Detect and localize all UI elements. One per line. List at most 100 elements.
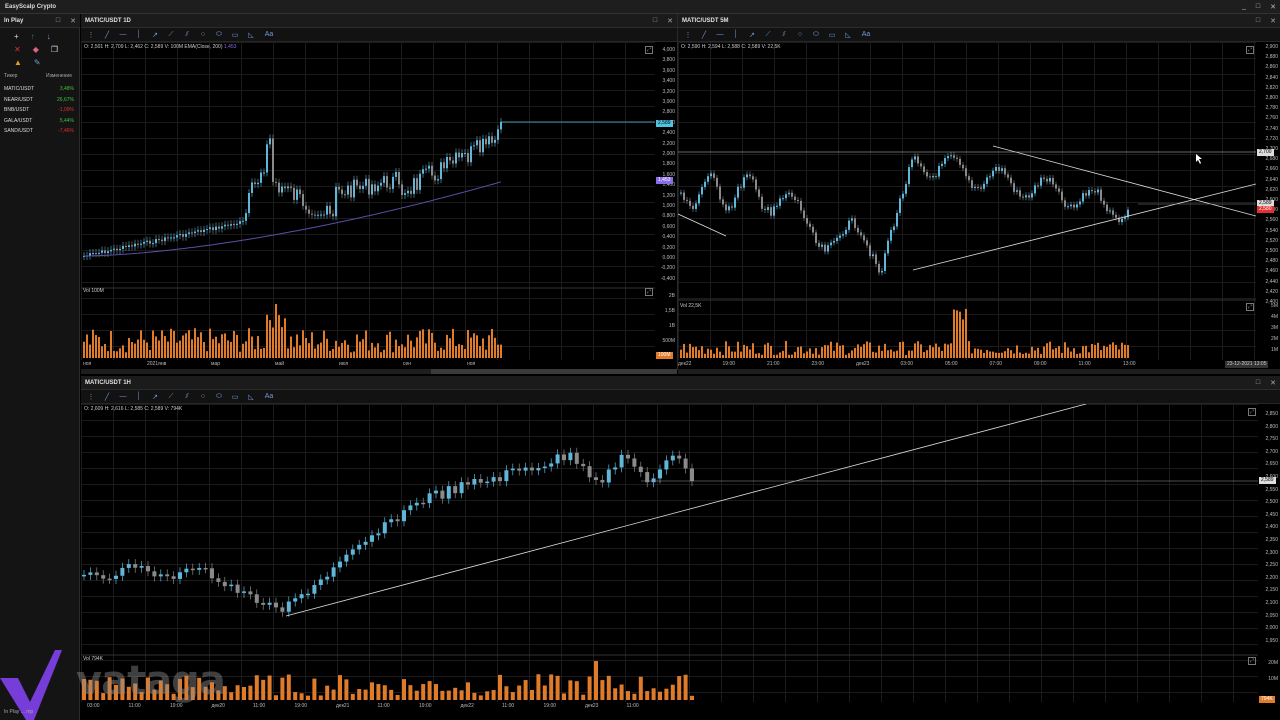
volume-bar bbox=[107, 351, 109, 358]
close-icon[interactable]: ✕ bbox=[1270, 3, 1276, 11]
candle-body bbox=[302, 194, 304, 206]
volume-bar bbox=[407, 334, 409, 358]
ellipse-icon[interactable]: ⬭ bbox=[812, 31, 820, 39]
chart1-volume-collapse-icon[interactable]: ⤢ bbox=[645, 288, 653, 296]
vertical-line-icon[interactable]: │ bbox=[732, 31, 740, 38]
candle-body bbox=[296, 189, 298, 200]
channel-icon[interactable]: ⫽ bbox=[183, 393, 191, 401]
close-icon[interactable]: ✕ bbox=[1270, 17, 1276, 25]
window-icon[interactable]: □ bbox=[1256, 17, 1260, 25]
close-icon[interactable]: ✕ bbox=[70, 17, 76, 25]
text-icon[interactable]: Aa bbox=[263, 31, 275, 38]
chart1-scroll-thumb[interactable] bbox=[431, 369, 677, 374]
window-icon[interactable]: □ bbox=[653, 17, 657, 25]
chart3-price-axis[interactable]: 2,8502,8002,7502,7002,6502,6002,5502,500… bbox=[1258, 404, 1280, 702]
arrow-down-icon[interactable]: ↓ bbox=[47, 32, 51, 41]
ticker-column-header[interactable]: Тикер bbox=[4, 73, 17, 79]
horizontal-line-icon[interactable]: — bbox=[716, 31, 724, 38]
chart1-price-axis[interactable]: 4,0003,8003,6003,4003,2003,0002,8002,600… bbox=[655, 42, 677, 360]
chart3-expand-icon[interactable]: ⤢ bbox=[1248, 408, 1256, 416]
ray-icon[interactable]: ⟋ bbox=[764, 31, 772, 39]
candle-body bbox=[216, 578, 221, 582]
circle-icon[interactable]: ○ bbox=[199, 31, 207, 38]
rectangle-icon[interactable]: ▭ bbox=[828, 31, 836, 39]
ticker-row[interactable]: SAND/USDT -7,46% bbox=[0, 126, 80, 137]
volume-bar bbox=[221, 334, 223, 358]
fib-icon[interactable]: ◺ bbox=[247, 393, 255, 401]
chart1-time-axis[interactable]: ноя 2021янв мар май июл сен ноя bbox=[81, 360, 655, 369]
channel-icon[interactable]: ⫽ bbox=[183, 31, 191, 39]
ticker-row[interactable]: NEAR/USDT 26,67% bbox=[0, 95, 80, 106]
chart2-volume-collapse-icon[interactable]: ⤢ bbox=[1246, 303, 1254, 311]
volume-bar bbox=[974, 348, 976, 358]
chart1-scrollbar[interactable] bbox=[81, 369, 677, 374]
add-icon[interactable]: + bbox=[14, 32, 19, 41]
app-title: EasyScalp Crypto bbox=[5, 4, 57, 10]
menu-dots-icon[interactable]: ⋮ bbox=[87, 31, 95, 39]
volume-bar bbox=[466, 682, 470, 700]
volume-bar bbox=[719, 351, 721, 358]
rectangle-icon[interactable]: ▭ bbox=[231, 393, 239, 401]
volume-bar bbox=[606, 675, 611, 700]
circle-icon[interactable]: ○ bbox=[199, 393, 207, 400]
fib-icon[interactable]: ◺ bbox=[247, 31, 255, 39]
arrow-icon[interactable]: ↗ bbox=[151, 393, 159, 401]
candle-body bbox=[167, 237, 169, 239]
minimize-icon[interactable]: _ bbox=[1242, 3, 1246, 11]
volume-bar bbox=[434, 684, 438, 700]
volume-bar bbox=[419, 330, 421, 358]
pencil-line-icon[interactable]: ╱ bbox=[103, 393, 111, 401]
fib-icon[interactable]: ◺ bbox=[844, 31, 852, 39]
ticker-row[interactable]: MATIC/USDT 3,48% bbox=[0, 84, 80, 95]
ticker-row[interactable]: BNB/USDT -1,09% bbox=[0, 105, 80, 116]
window-icon[interactable]: □ bbox=[56, 17, 60, 25]
volume-bar bbox=[188, 330, 190, 358]
delete-icon[interactable]: ✕ bbox=[14, 45, 21, 54]
chart2-time-axis[interactable]: дек22 19:00 21:00 23:00 дек23 03:00 05:00 07:00… bbox=[678, 360, 1256, 369]
horizontal-line-icon[interactable]: — bbox=[119, 31, 127, 38]
rectangle-icon[interactable]: ▭ bbox=[231, 31, 239, 39]
volume-bar bbox=[284, 318, 286, 358]
text-icon[interactable]: Aa bbox=[263, 393, 275, 400]
chart2-expand-icon[interactable]: ⤢ bbox=[1246, 46, 1254, 54]
arrow-up-icon[interactable]: ↑ bbox=[31, 32, 35, 41]
ray-icon[interactable]: ⟋ bbox=[167, 393, 175, 401]
copy-icon[interactable]: ❐ bbox=[51, 45, 58, 54]
chart2-scrollbar[interactable] bbox=[678, 369, 1280, 374]
ellipse-icon[interactable]: ⬭ bbox=[215, 393, 223, 401]
menu-dots-icon[interactable]: ⋮ bbox=[684, 31, 692, 39]
chart1-plot[interactable]: O: 2,501 H: 2,709 L: 2,462 C: 2,589 V: 1… bbox=[81, 42, 655, 360]
volume-bar bbox=[161, 330, 163, 358]
chart2-plot[interactable]: O: 2,590 H: 2,594 L: 2,588 C: 2,589 V: 2… bbox=[678, 42, 1256, 360]
candle-body bbox=[746, 174, 748, 178]
channel-icon[interactable]: ⫽ bbox=[780, 31, 788, 39]
ray-icon[interactable]: ⟋ bbox=[167, 31, 175, 39]
circle-icon[interactable]: ○ bbox=[796, 31, 804, 38]
horizontal-line-icon[interactable]: — bbox=[119, 393, 127, 400]
vertical-line-icon[interactable]: │ bbox=[135, 31, 143, 38]
candle-body bbox=[683, 458, 688, 469]
close-icon[interactable]: ✕ bbox=[667, 17, 673, 25]
pencil-line-icon[interactable]: ╱ bbox=[103, 31, 111, 39]
text-icon[interactable]: Aa bbox=[860, 31, 872, 38]
ticker-row[interactable]: GALA/USDT 5,44% bbox=[0, 116, 80, 127]
menu-dots-icon[interactable]: ⋮ bbox=[87, 393, 95, 401]
ellipse-icon[interactable]: ⬭ bbox=[215, 31, 223, 39]
candle-body bbox=[845, 229, 847, 235]
eraser-icon[interactable]: ◆ bbox=[33, 45, 39, 54]
chart1-expand-icon[interactable]: ⤢ bbox=[645, 46, 653, 54]
candle-body bbox=[692, 205, 694, 209]
window-icon[interactable]: □ bbox=[1256, 379, 1260, 387]
arrow-icon[interactable]: ↗ bbox=[748, 31, 756, 39]
close-icon[interactable]: ✕ bbox=[1270, 379, 1276, 387]
arrow-icon[interactable]: ↗ bbox=[151, 31, 159, 39]
chart3-time-axis[interactable]: 03:00 11:00 19:00 дек20 11:00 19:00 дек21 11:00… bbox=[81, 702, 1258, 711]
vertical-line-icon[interactable]: │ bbox=[135, 393, 143, 400]
chart3-plot[interactable]: O: 2,609 H: 2,616 L: 2,585 C: 2,589 V: 7… bbox=[81, 404, 1258, 702]
pencil-line-icon[interactable]: ╱ bbox=[700, 31, 708, 39]
maximize-icon[interactable]: □ bbox=[1256, 3, 1260, 11]
bell-icon[interactable]: ▲ bbox=[14, 58, 22, 67]
change-column-header[interactable]: Изменение bbox=[46, 73, 72, 79]
pen-icon[interactable]: ✎ bbox=[34, 58, 41, 67]
chart3-volume-collapse-icon[interactable]: ⤢ bbox=[1248, 657, 1256, 665]
